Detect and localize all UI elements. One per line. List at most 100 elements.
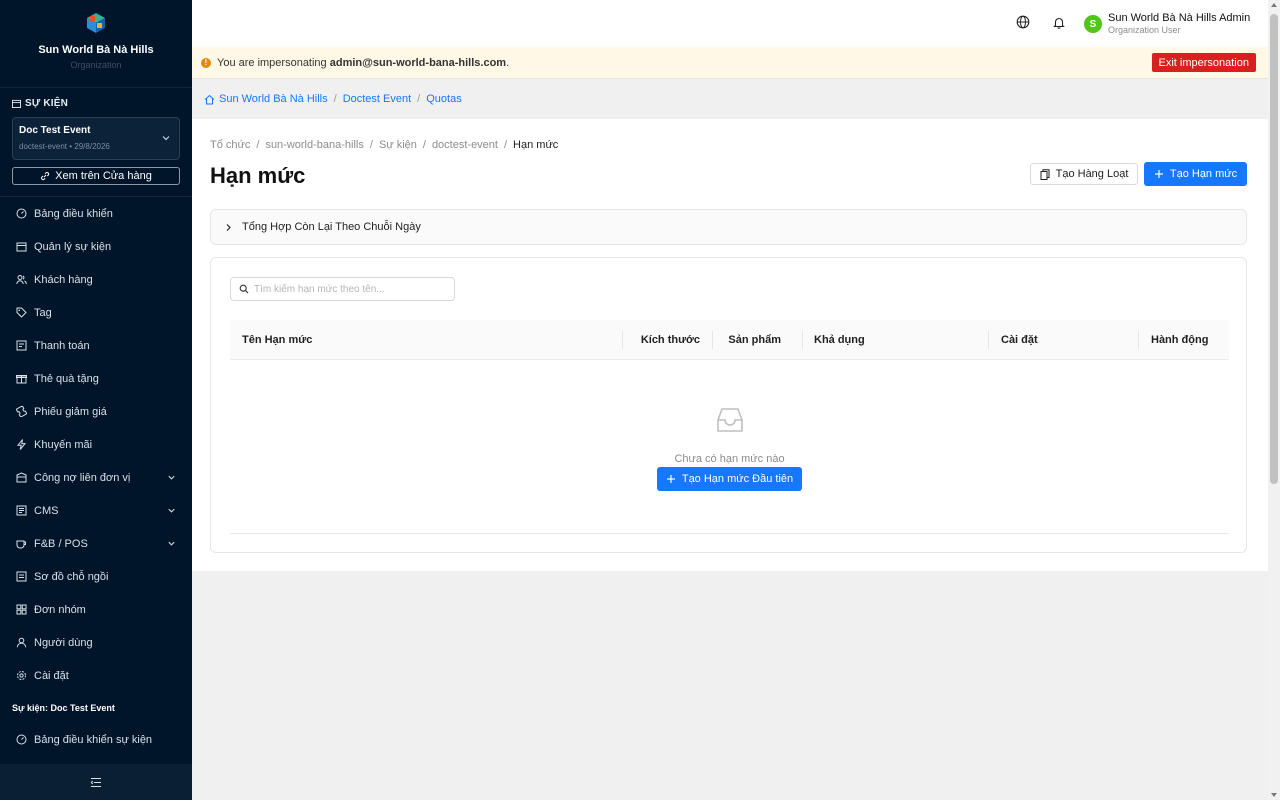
sidebar-item-settings[interactable]: Cài đặt [0, 659, 192, 692]
column-header-settings-label: Cài đặt [1001, 334, 1038, 346]
date-chain-summary-collapse[interactable]: Tổng Hợp Còn Lại Theo Chuỗi Ngày [210, 209, 1247, 245]
chevron-down-icon [168, 475, 175, 480]
column-header-actions-label: Hành động [1151, 334, 1209, 346]
sidebar-item-dashboard[interactable]: Bảng điều khiển [0, 197, 192, 230]
sidebar-item-users[interactable]: Người dùng [0, 626, 192, 659]
sidebar-item-promotions[interactable]: Khuyến mãi [0, 428, 192, 461]
sidebar-item-event-dashboard[interactable]: Bảng điều khiển sự kiện [0, 723, 192, 756]
sidebar-item-customers[interactable]: Khách hàng [0, 263, 192, 296]
chevron-down-icon [168, 541, 175, 546]
sidebar-item-fnb-pos[interactable]: F&B / POS [0, 527, 192, 560]
sidebar-item-label: Khách hàng [34, 273, 93, 286]
cms-icon [16, 505, 27, 516]
user-name[interactable]: Sun World Bà Nà Hills Admin [1108, 12, 1250, 24]
sidebar-item-gift-cards[interactable]: Thẻ quà tặng [0, 362, 192, 395]
grid-icon [16, 604, 27, 615]
brand: Sun World Bà Nà Hills Organization [0, 0, 192, 88]
sidebar-item-label: Bảng điều khiển sự kiện [34, 733, 153, 746]
column-header-name: Tên Hạn mức [242, 334, 313, 346]
event-selector[interactable]: Doc Test Event doctest-event • 29/8/2026 [12, 117, 180, 160]
sidebar-item-payment[interactable]: Thanh toán [0, 329, 192, 362]
breadcrumb-item[interactable]: doctest-event [432, 139, 498, 151]
breadcrumb-separator: / [256, 139, 260, 151]
sidebar-item-label: Cài đặt [34, 669, 69, 682]
home-icon[interactable] [204, 94, 215, 105]
scroll-up-icon[interactable] [1271, 3, 1277, 7]
brand-name: Sun World Bà Nà Hills [38, 44, 154, 56]
sidebar-item-tag[interactable]: Tag [0, 296, 192, 329]
sidebar-item-label: Sơ đồ chỗ ngồi [34, 570, 109, 583]
collapse-label: Tổng Hợp Còn Lại Theo Chuỗi Ngày [242, 221, 421, 233]
sidebar-item-coupons[interactable]: Phiếu giảm giá [0, 395, 192, 428]
breadcrumb-item[interactable]: Tổ chức [210, 139, 250, 151]
empty-state-text: Chưa có hạn mức nào [674, 453, 785, 465]
search-icon [239, 284, 249, 294]
sidebar-item-group-orders[interactable]: Đơn nhóm [0, 593, 192, 626]
avatar[interactable]: S [1084, 15, 1102, 33]
seat-map-icon [16, 571, 27, 582]
bell-icon[interactable] [1053, 16, 1065, 29]
table-header: Tên Hạn mức Kích thước Sản phẩm Khả dụng… [230, 320, 1229, 360]
link-icon [41, 172, 50, 181]
menu-fold-icon [90, 777, 101, 787]
sidebar-item-label: CMS [34, 504, 59, 517]
breadcrumb-item[interactable]: sun-world-bana-hills [265, 139, 363, 151]
coffee-icon [16, 540, 26, 549]
page-scrollbar[interactable] [1268, 0, 1280, 800]
divider [230, 533, 1229, 534]
lightning-icon [16, 439, 27, 450]
brand-logo-icon [87, 13, 105, 33]
breadcrumb-item[interactable]: Sự kiện [379, 139, 417, 151]
event-meta: doctest-event • 29/8/2026 [19, 142, 110, 151]
breadcrumb-current: Hạn mức [513, 139, 559, 151]
top-bar: S Sun World Bà Nà Hills Admin Organizati… [192, 0, 1268, 47]
sidebar: Sun World Bà Nà Hills Organization SỰ KI… [0, 0, 192, 800]
sidebar-collapse-button[interactable] [0, 764, 192, 800]
sidebar-item-inter-unit-debt[interactable]: Công nợ liên đơn vị [0, 461, 192, 494]
copy-icon [1040, 168, 1050, 180]
breadcrumb-link-quotas[interactable]: Quotas [426, 93, 461, 105]
tag-icon [16, 307, 27, 318]
search-input[interactable] [254, 283, 444, 295]
column-header-size-label: Kích thước [640, 334, 700, 346]
view-on-store-label: Xem trên Cửa hàng [55, 170, 152, 182]
sidebar-item-cms[interactable]: CMS [0, 494, 192, 527]
sidebar-item-seat-map[interactable]: Sơ đồ chỗ ngồi [0, 560, 192, 593]
globe-icon[interactable] [1016, 15, 1030, 29]
scroll-thumb[interactable] [1270, 14, 1278, 484]
coupon-icon [16, 406, 27, 417]
sidebar-item-label: Bảng điều khiển [34, 207, 113, 220]
breadcrumb-link-event[interactable]: Doctest Event [343, 93, 411, 105]
sidebar-item-label: Công nợ liên đơn vị [34, 471, 131, 484]
sidebar-item-label: Người dùng [34, 636, 93, 649]
create-quota-label: Tạo Hạn mức [1169, 168, 1238, 180]
create-first-quota-button[interactable]: Tạo Hạn mức Đầu tiên [657, 467, 802, 491]
breadcrumb-separator: / [333, 93, 337, 105]
breadcrumb-separator: / [417, 93, 421, 105]
view-on-store-button[interactable]: Xem trên Cửa hàng [12, 167, 180, 185]
breadcrumb-link-org[interactable]: Sun World Bà Nà Hills [219, 93, 328, 105]
exit-impersonation-button[interactable]: Exit impersonation [1151, 53, 1256, 72]
column-header-size: Kích thước [622, 320, 712, 360]
breadcrumb: Tổ chức / sun-world-bana-hills / Sự kiện / doc… [210, 139, 558, 151]
bulk-create-label: Tạo Hàng Loạt [1055, 168, 1129, 180]
bulk-create-button[interactable]: Tạo Hàng Loạt [1030, 163, 1138, 185]
column-header-products: Sản phẩm [712, 320, 802, 360]
debt-icon [16, 472, 27, 483]
impersonation-suffix: . [506, 56, 510, 69]
sidebar-item-events[interactable]: Quản lý sự kiện [0, 230, 192, 263]
sidebar-item-label: Phiếu giảm giá [34, 405, 107, 418]
top-breadcrumb: Sun World Bà Nà Hills / Doctest Event / … [192, 78, 1268, 119]
breadcrumb-separator: / [422, 139, 426, 151]
plus-icon [666, 475, 675, 483]
sidebar-nav: Bảng điều khiển Quản lý sự kiện Khách hà… [0, 196, 192, 756]
scroll-down-icon[interactable] [1271, 793, 1277, 797]
plus-icon [1154, 170, 1163, 178]
sidebar-item-label: Đơn nhóm [34, 603, 86, 616]
gear-icon [17, 671, 26, 680]
breadcrumb-separator: / [503, 139, 508, 151]
sidebar-item-label: F&B / POS [34, 537, 88, 550]
search-box[interactable] [230, 277, 455, 301]
column-header-settings: Cài đặt [988, 320, 1138, 360]
create-quota-button[interactable]: Tạo Hạn mức [1144, 162, 1247, 186]
